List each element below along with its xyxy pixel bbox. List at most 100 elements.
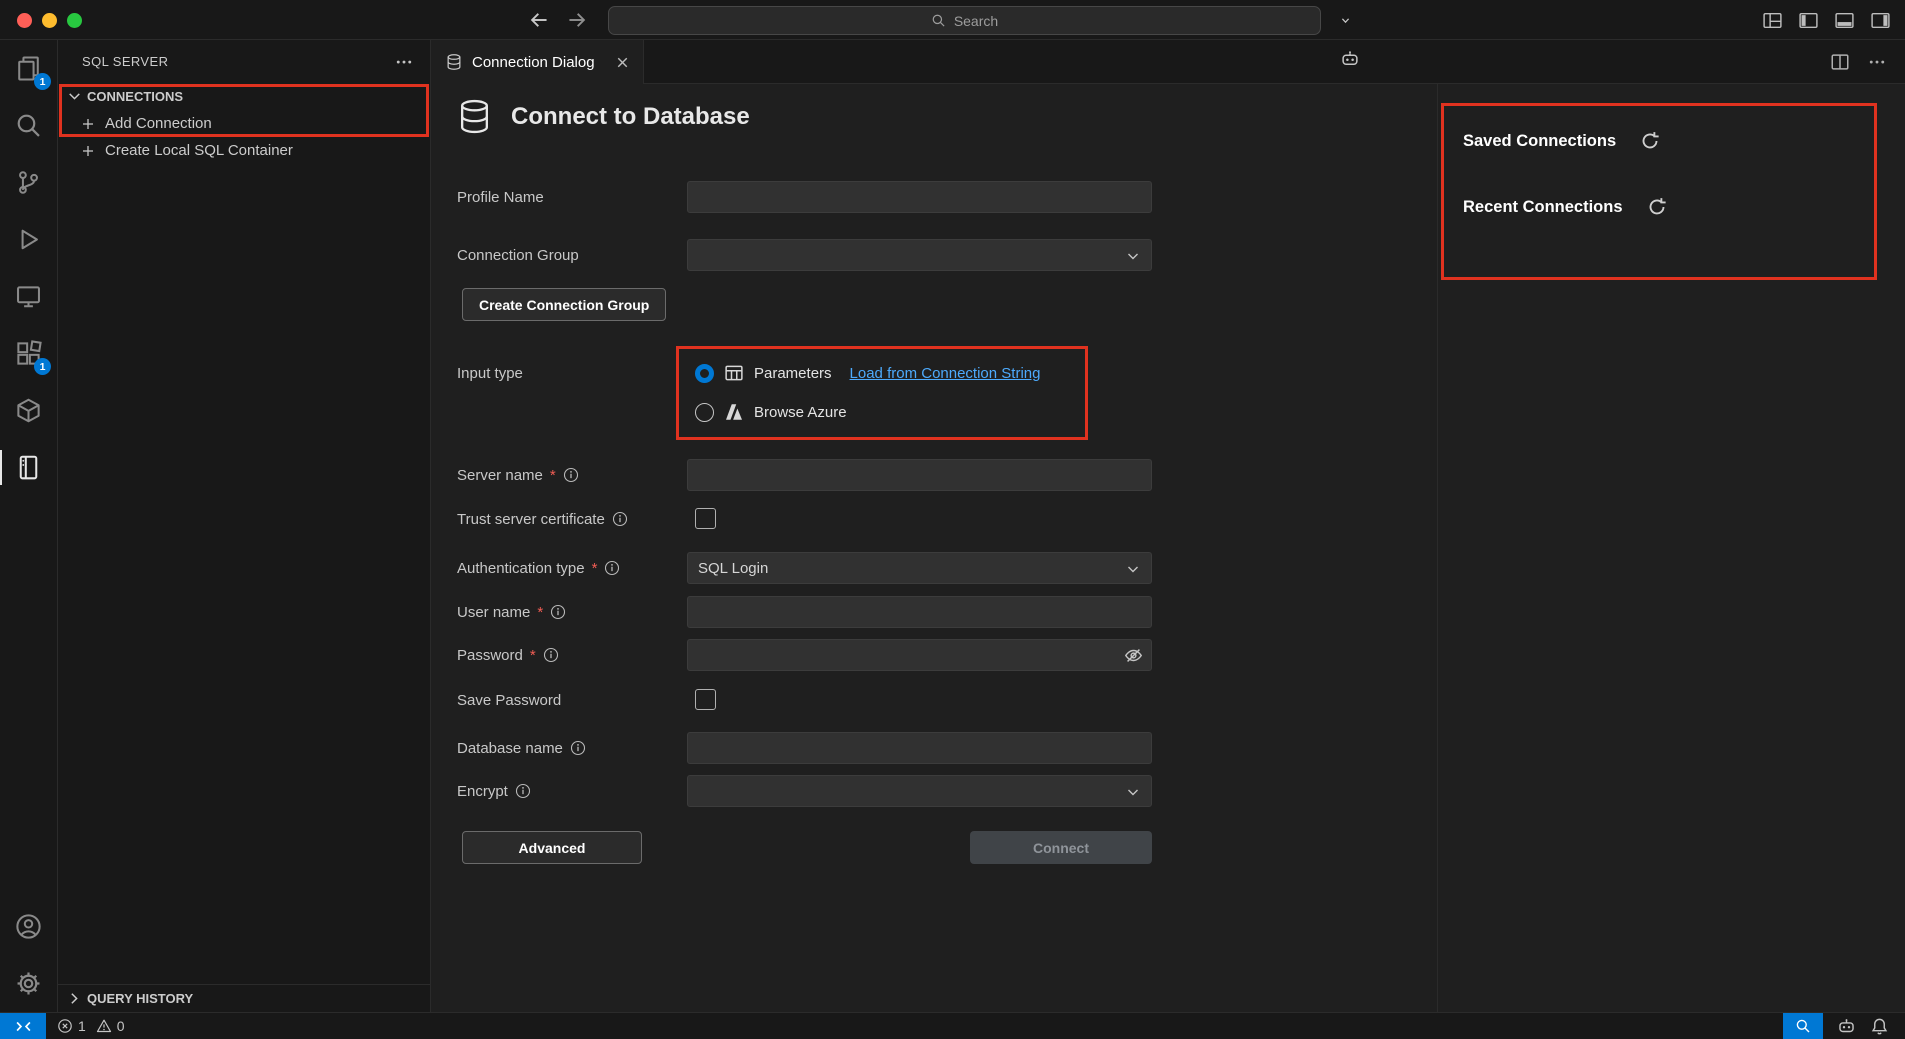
sidebar-item-add-connection[interactable]: Add Connection [58,110,430,137]
tab-connection-dialog[interactable]: Connection Dialog [431,40,644,84]
activity-remote-explorer[interactable] [0,268,57,325]
activity-extensions[interactable]: 1 [0,325,57,382]
customize-layout-icon[interactable] [1762,10,1783,31]
sidebar-item-create-local-sql-container[interactable]: Create Local SQL Container [58,137,430,164]
add-connection-label: Add Connection [105,115,212,132]
save-password-label: Save Password [457,684,561,716]
copilot-menu[interactable] [1340,9,1351,31]
activity-run-debug[interactable] [0,211,57,268]
status-bar-right [1783,1013,1905,1039]
save-password-row: Save Password [431,684,1211,716]
input-type-label: Input type [457,357,523,389]
close-tab-icon[interactable] [614,54,631,71]
database-name-input[interactable] [687,732,1152,764]
run-debug-icon [15,226,42,253]
recent-connections-section: Recent Connections [1463,194,1667,220]
advanced-button[interactable]: Advanced [462,831,642,864]
chevron-right-icon [66,990,83,1007]
copilot-icon[interactable] [1837,1017,1856,1036]
search-placeholder: Search [954,13,998,29]
activity-explorer[interactable]: 1 [0,40,57,97]
radio-unselected-icon[interactable] [695,403,714,422]
browse-azure-option-label: Browse Azure [754,404,847,421]
bell-icon[interactable] [1870,1017,1889,1036]
dialog-header: Connect to Database [456,98,750,135]
info-icon[interactable] [515,783,531,799]
user-name-input[interactable] [687,596,1152,628]
activity-containers[interactable] [0,382,57,439]
encrypt-select[interactable] [687,775,1152,807]
profile-name-row: Profile Name [431,181,1211,213]
user-name-row: User name* [431,596,1211,628]
connection-group-select[interactable] [687,239,1152,271]
back-button[interactable] [528,9,550,31]
forward-button[interactable] [566,9,588,31]
split-editor-icon[interactable] [1830,52,1850,72]
dialog-buttons-row: Advanced Connect [431,831,1211,863]
radio-selected-icon[interactable] [695,364,714,383]
plus-icon [80,143,96,159]
save-password-checkbox[interactable] [695,689,716,710]
warning-count: 0 [117,1018,125,1034]
problems-status[interactable]: 1 0 [57,1018,130,1034]
remote-indicator[interactable] [0,1013,46,1039]
connect-button[interactable]: Connect [970,831,1152,864]
connections-section-header[interactable]: CONNECTIONS [58,83,430,110]
browse-azure-radio-option[interactable]: Browse Azure [687,396,847,428]
info-icon[interactable] [604,560,620,576]
trust-certificate-checkbox[interactable] [695,508,716,529]
error-count: 1 [78,1018,86,1034]
accounts-icon [15,913,42,940]
activity-source-control[interactable] [0,154,57,211]
sql-server-icon [15,454,42,481]
database-icon [456,98,493,135]
refresh-icon[interactable] [1647,197,1667,217]
authentication-type-row: Authentication type* SQL Login [431,552,1211,584]
title-bar: Search [0,0,1905,40]
maximize-window-button[interactable] [67,13,82,28]
toggle-sidebar-icon[interactable] [1798,10,1819,31]
history-nav [528,0,588,40]
parameters-table-icon [724,363,744,383]
zoom-indicator[interactable] [1783,1013,1823,1039]
minimize-window-button[interactable] [42,13,57,28]
activity-accounts[interactable] [0,898,57,955]
toggle-panel-icon[interactable] [1834,10,1855,31]
toggle-secondary-sidebar-icon[interactable] [1870,10,1891,31]
saved-connections-section: Saved Connections [1463,128,1660,154]
info-icon[interactable] [550,604,566,620]
sidebar-more-actions-button[interactable] [394,52,414,72]
copilot-icon [1340,49,1360,69]
profile-name-input[interactable] [687,181,1152,213]
more-actions-icon[interactable] [1867,52,1887,72]
tab-label: Connection Dialog [472,54,595,71]
refresh-icon[interactable] [1640,131,1660,151]
create-connection-group-button[interactable]: Create Connection Group [462,288,666,321]
info-icon[interactable] [543,647,559,663]
activity-settings[interactable] [0,955,57,1012]
parameters-radio-option[interactable]: Parameters Load from Connection String [687,357,1040,389]
extensions-badge: 1 [34,358,51,375]
close-window-button[interactable] [17,13,32,28]
authentication-type-select[interactable]: SQL Login [687,552,1152,584]
info-icon[interactable] [570,740,586,756]
search-command-center[interactable]: Search [608,6,1321,35]
server-name-input[interactable] [687,459,1152,491]
info-icon[interactable] [563,467,579,483]
remote-icon [15,1018,32,1035]
query-history-section-header[interactable]: QUERY HISTORY [58,984,430,1012]
password-row: Password* [431,639,1211,671]
eye-off-icon[interactable] [1124,646,1143,665]
password-input[interactable] [687,639,1152,671]
authentication-type-label: Authentication type* [457,552,620,584]
magnifier-icon [1795,1018,1811,1034]
info-icon[interactable] [612,511,628,527]
password-field [687,639,1152,671]
page-title: Connect to Database [511,103,750,131]
search-icon [15,112,42,139]
load-connection-string-link[interactable]: Load from Connection String [850,365,1041,382]
activity-search[interactable] [0,97,57,154]
activity-sql-server[interactable] [0,439,57,496]
warning-icon [96,1018,112,1034]
vscode-window: Search 1 [0,0,1905,1039]
